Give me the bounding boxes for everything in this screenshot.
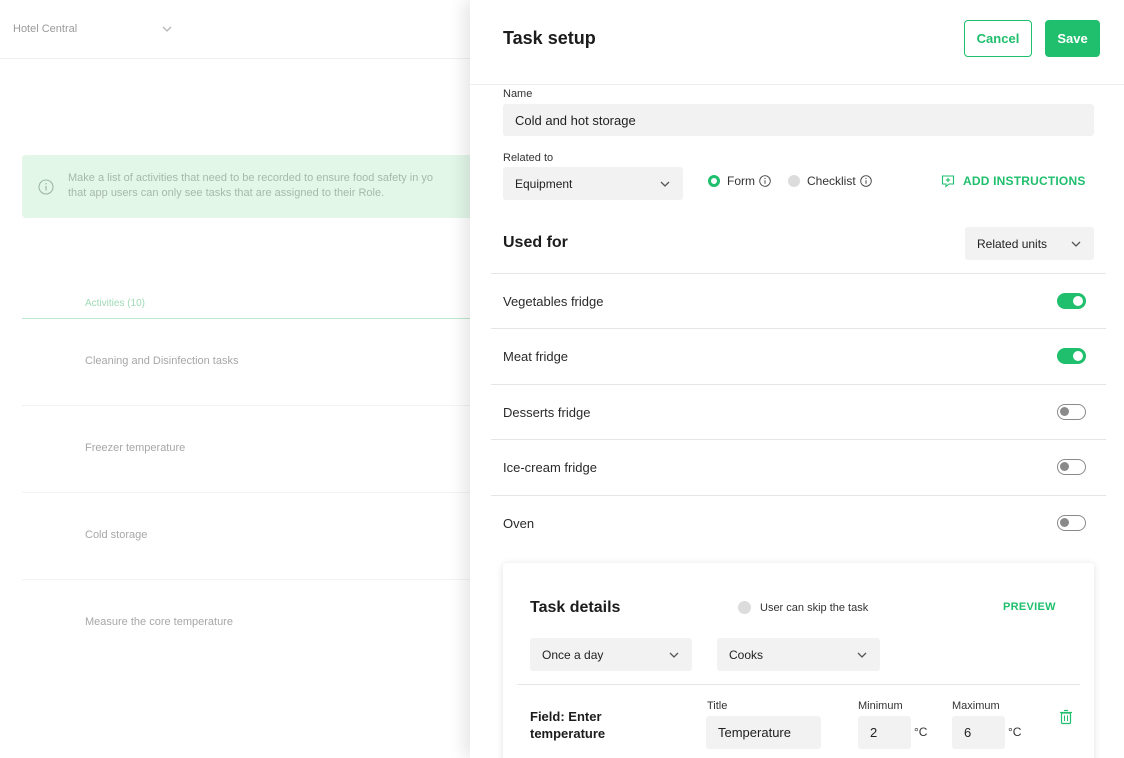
- list-item[interactable]: Measure the core temperature: [85, 616, 233, 628]
- tab-activities[interactable]: Activities (10): [85, 298, 145, 309]
- panel-header: Task setup Cancel Save: [470, 0, 1124, 85]
- related-units-label: Related units: [977, 236, 1048, 251]
- add-instructions-button[interactable]: ADD INSTRUCTIONS: [941, 174, 1086, 188]
- task-details-title: Task details: [530, 599, 621, 616]
- hotel-select-label: Hotel Central: [13, 23, 78, 35]
- add-instructions-label: ADD INSTRUCTIONS: [963, 174, 1086, 188]
- skip-task-checkbox[interactable]: [738, 601, 751, 614]
- frequency-value: Once a day: [542, 647, 604, 662]
- add-instructions-icon: [941, 175, 955, 188]
- role-select[interactable]: Cooks: [717, 638, 880, 671]
- save-button[interactable]: Save: [1045, 20, 1100, 57]
- info-text: Make a list of activities that need to b…: [68, 171, 468, 201]
- radio-checklist[interactable]: Checklist: [788, 174, 872, 188]
- unit-label: Vegetables fridge: [503, 294, 604, 309]
- card-divider: [517, 684, 1080, 685]
- chevron-down-icon: [857, 652, 867, 658]
- task-details-card: Task details User can skip the task PREV…: [503, 563, 1094, 758]
- related-to-select[interactable]: Equipment: [503, 167, 683, 200]
- field-label-line: temperature: [530, 726, 606, 741]
- info-banner: Make a list of activities that need to b…: [22, 155, 482, 218]
- unit-row-vegetables-fridge: Vegetables fridge: [491, 273, 1106, 328]
- title-input[interactable]: [706, 716, 821, 749]
- info-text-line: Make a list of activities that need to b…: [68, 172, 434, 184]
- unit-row-oven: Oven: [491, 495, 1106, 550]
- name-input[interactable]: [503, 104, 1094, 136]
- name-label: Name: [503, 88, 533, 100]
- unit-toggle[interactable]: [1057, 459, 1086, 475]
- list-item[interactable]: Cleaning and Disinfection tasks: [85, 355, 238, 367]
- list-item[interactable]: Cold storage: [85, 529, 147, 541]
- unit-label: Meat fridge: [503, 349, 569, 364]
- unit-row-ice-cream-fridge: Ice-cream fridge: [491, 439, 1106, 494]
- related-to-value: Equipment: [515, 176, 573, 191]
- minimum-input[interactable]: [858, 716, 911, 749]
- unit-row-desserts-fridge: Desserts fridge: [491, 384, 1106, 439]
- unit-label: Oven: [503, 516, 535, 531]
- radio-form[interactable]: Form: [708, 174, 771, 188]
- info-text-line: that app users can only see tasks that a…: [68, 187, 385, 199]
- unit-row-meat-fridge: Meat fridge: [491, 328, 1106, 383]
- maximum-label: Maximum: [952, 700, 1000, 712]
- skip-task-option[interactable]: User can skip the task: [738, 601, 868, 614]
- minimum-unit: °C: [914, 725, 928, 739]
- related-to-label: Related to: [503, 152, 554, 164]
- cancel-button[interactable]: Cancel: [964, 20, 1032, 57]
- trash-icon[interactable]: [1059, 709, 1073, 725]
- radio-checklist-label: Checklist: [807, 174, 856, 188]
- radio-checklist-indicator[interactable]: [788, 175, 800, 187]
- maximum-unit: °C: [1008, 725, 1022, 739]
- title-label: Title: [707, 700, 728, 712]
- field-label-line: Field: Enter: [530, 709, 602, 724]
- minimum-label: Minimum: [858, 700, 903, 712]
- chevron-down-icon: [1071, 241, 1081, 247]
- info-icon: [38, 179, 54, 195]
- radio-form-label: Form: [727, 174, 755, 188]
- chevron-down-icon: [660, 181, 670, 187]
- unit-toggle[interactable]: [1057, 348, 1086, 364]
- frequency-select[interactable]: Once a day: [530, 638, 692, 671]
- info-icon[interactable]: [859, 175, 872, 187]
- role-value: Cooks: [729, 647, 764, 662]
- field-label: Field: Enter temperature: [530, 708, 640, 742]
- related-units-select[interactable]: Related units: [965, 227, 1094, 260]
- task-setup-panel: Task setup Cancel Save Name Related to E…: [470, 0, 1124, 758]
- chevron-down-icon: [669, 652, 679, 658]
- unit-label: Desserts fridge: [503, 405, 591, 420]
- preview-link[interactable]: PREVIEW: [1003, 601, 1056, 613]
- unit-label: Ice-cream fridge: [503, 460, 597, 475]
- unit-toggle[interactable]: [1057, 515, 1086, 531]
- info-icon[interactable]: [759, 175, 771, 187]
- radio-form-indicator[interactable]: [708, 175, 720, 187]
- chevron-down-icon: [162, 26, 172, 32]
- list-divider: [22, 579, 470, 580]
- panel-title: Task setup: [503, 28, 596, 48]
- tab-underline: [22, 318, 470, 319]
- unit-toggle[interactable]: [1057, 293, 1086, 309]
- unit-toggle[interactable]: [1057, 404, 1086, 420]
- list-divider: [22, 492, 470, 493]
- header-divider: [0, 58, 470, 59]
- skip-task-label: User can skip the task: [760, 601, 869, 614]
- list-divider: [22, 405, 470, 406]
- hotel-select[interactable]: Hotel Central: [13, 20, 173, 38]
- used-for-title: Used for: [503, 234, 568, 251]
- maximum-input[interactable]: [952, 716, 1005, 749]
- list-item[interactable]: Freezer temperature: [85, 442, 185, 454]
